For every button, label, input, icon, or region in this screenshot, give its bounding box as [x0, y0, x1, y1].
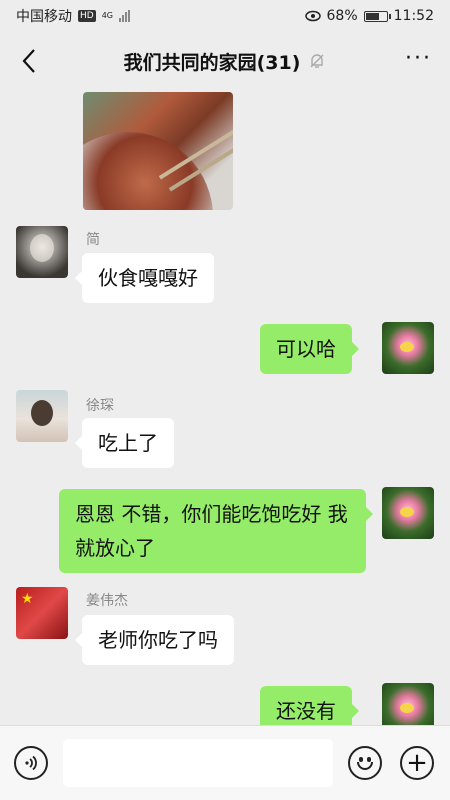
- clock: 11:52: [393, 8, 434, 24]
- hd-badge: HD: [78, 10, 96, 22]
- network-type: 4G: [101, 11, 113, 20]
- chat-area[interactable]: 简 伙食嘎嘎好 可以哈 徐琛 吃上了 恩恩 不错，你们能吃饱吃好 我就放心了 ★…: [0, 90, 450, 725]
- emoji-icon[interactable]: [348, 746, 382, 780]
- avatar-xuchen[interactable]: [16, 390, 68, 442]
- food-photo[interactable]: [83, 92, 233, 210]
- status-right: 68% 11:52: [304, 8, 434, 24]
- message-bubble[interactable]: 还没有: [260, 686, 359, 725]
- sender-name: 简: [86, 232, 100, 248]
- voice-icon: [25, 755, 37, 771]
- plus-icon[interactable]: +: [400, 746, 434, 780]
- avatar-jiangweijie[interactable]: ★: [16, 587, 68, 639]
- status-left: 中国移动 HD 4G: [16, 6, 130, 26]
- eye-icon: [304, 10, 321, 22]
- sender-name: 姜伟杰: [86, 593, 128, 609]
- message-bubble[interactable]: 吃上了: [75, 418, 174, 468]
- message-bubble[interactable]: 伙食嘎嘎好: [75, 253, 214, 303]
- avatar-self[interactable]: [382, 322, 434, 374]
- voice-button[interactable]: [14, 746, 48, 780]
- input-bar: +: [0, 725, 450, 800]
- signal-icon: [119, 10, 130, 22]
- battery-percent: 68%: [326, 8, 358, 24]
- back-button[interactable]: [14, 46, 44, 76]
- star-icon: ★: [21, 591, 34, 607]
- chat-title: 我们共同的家园(31): [123, 51, 301, 74]
- message-bubble[interactable]: 老师你吃了吗: [75, 615, 234, 665]
- mute-bell-icon: [310, 54, 324, 68]
- carrier-name: 中国移动: [16, 9, 72, 25]
- avatar-self[interactable]: [382, 487, 434, 539]
- avatar-self[interactable]: [382, 683, 434, 725]
- message-bubble[interactable]: 恩恩 不错，你们能吃饱吃好 我就放心了: [59, 489, 373, 573]
- message-bubble[interactable]: 可以哈: [260, 324, 359, 374]
- battery-icon: [363, 10, 391, 22]
- sender-name: 徐琛: [86, 398, 114, 414]
- chat-header: 我们共同的家园(31) ···: [0, 32, 450, 90]
- message-input[interactable]: [63, 739, 333, 787]
- more-icon[interactable]: ···: [405, 48, 432, 70]
- avatar-jian[interactable]: [16, 226, 68, 278]
- status-bar: 中国移动 HD 4G 68% 11:52: [0, 0, 450, 32]
- back-icon: [22, 49, 35, 73]
